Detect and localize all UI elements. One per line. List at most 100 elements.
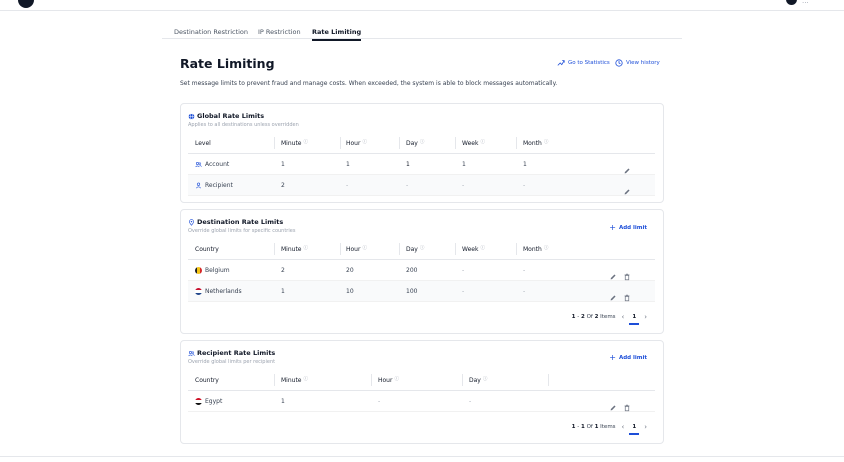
info-icon[interactable]: ⓘ bbox=[304, 139, 309, 145]
table-row: Recipient 2 - - - - bbox=[188, 175, 655, 196]
global-rate-limits-title: Global Rate Limits bbox=[188, 112, 264, 120]
info-icon[interactable]: ⓘ bbox=[362, 139, 367, 145]
plus-icon: + bbox=[609, 223, 616, 232]
table-row: Egypt 1 - - bbox=[188, 391, 655, 412]
minute-cell: 2 bbox=[281, 182, 285, 189]
table-header: Country Minute ⓘ Hour ⓘ Day ⓘ bbox=[188, 370, 655, 391]
table-row: Account 1 1 1 1 1 bbox=[188, 154, 655, 175]
user-icon bbox=[196, 182, 201, 189]
view-history-link[interactable]: View history bbox=[615, 59, 660, 67]
chevron-left-icon[interactable]: ‹ bbox=[622, 423, 625, 431]
country-cell: Egypt bbox=[195, 398, 222, 405]
chevron-right-icon[interactable]: › bbox=[644, 423, 647, 431]
go-to-statistics-link[interactable]: Go to Statistics bbox=[557, 59, 610, 67]
destination-rate-limits-title: Destination Rate Limits bbox=[188, 218, 283, 226]
logo[interactable] bbox=[18, 0, 34, 8]
column-header-country: Country bbox=[195, 246, 219, 253]
avatar[interactable] bbox=[786, 0, 797, 5]
destination-rate-limits-table: Country Minute ⓘ Hour ⓘ Day ⓘ Week ⓘ Month ⓘ … bbox=[188, 239, 655, 302]
add-recipient-limit-button[interactable]: + Add limit bbox=[609, 353, 647, 362]
column-header-minute: Minute ⓘ bbox=[281, 376, 309, 385]
chevron-left-icon[interactable]: ‹ bbox=[622, 313, 625, 321]
info-icon[interactable]: ⓘ bbox=[480, 245, 485, 251]
destination-rate-limits-card: Destination Rate Limits Override global … bbox=[180, 209, 664, 334]
page-button-1[interactable]: 1 bbox=[629, 314, 639, 325]
global-rate-limits-title-text: Global Rate Limits bbox=[197, 112, 265, 120]
trash-icon[interactable] bbox=[623, 287, 631, 302]
hour-cell: 20 bbox=[346, 267, 354, 274]
day-cell: 200 bbox=[406, 267, 418, 274]
country-cell: Netherlands bbox=[195, 288, 242, 295]
pagination-summary: 1 - 1 Of 1 Items bbox=[571, 424, 616, 430]
minute-cell: 1 bbox=[281, 288, 285, 295]
edit-icon[interactable] bbox=[609, 266, 617, 280]
belgium-flag-icon bbox=[195, 267, 202, 274]
edit-icon[interactable] bbox=[609, 397, 617, 411]
destination-pagination: 1 - 2 Of 2 Items ‹ 1 › bbox=[572, 313, 647, 325]
tab-rate-limiting[interactable]: Rate Limiting bbox=[312, 28, 362, 41]
tab-ip-restriction[interactable]: IP Restriction bbox=[258, 28, 301, 36]
recipient-rate-limits-title: Recipient Rate Limits bbox=[188, 349, 275, 357]
plus-icon: + bbox=[609, 353, 616, 362]
column-header-minute: Minute ⓘ bbox=[281, 139, 309, 148]
minute-cell: 1 bbox=[281, 161, 285, 168]
column-header-month: Month ⓘ bbox=[523, 139, 549, 148]
hour-cell: - bbox=[346, 182, 349, 189]
info-icon[interactable]: ⓘ bbox=[362, 245, 367, 251]
info-icon[interactable]: ⓘ bbox=[304, 376, 309, 382]
day-cell: 1 bbox=[406, 161, 410, 168]
trash-icon[interactable] bbox=[623, 397, 631, 412]
month-cell: - bbox=[523, 288, 526, 295]
globe-icon bbox=[188, 112, 195, 120]
info-icon[interactable]: ⓘ bbox=[544, 139, 549, 145]
day-cell: 100 bbox=[406, 288, 418, 295]
week-cell: 1 bbox=[462, 161, 466, 168]
destination-rate-limits-subtitle: Override global limits for specific coun… bbox=[188, 228, 296, 234]
page-description: Set message limits to prevent fraud and … bbox=[180, 80, 558, 87]
column-header-hour: Hour ⓘ bbox=[346, 245, 367, 254]
country-cell: Belgium bbox=[195, 267, 230, 274]
week-cell: - bbox=[462, 267, 465, 274]
recipient-rate-limits-subtitle: Override global limits per recipient bbox=[188, 359, 276, 365]
edit-icon[interactable] bbox=[623, 160, 631, 174]
minute-cell: 2 bbox=[281, 267, 285, 274]
info-icon[interactable]: ⓘ bbox=[394, 376, 399, 382]
minute-cell: 1 bbox=[281, 398, 285, 405]
trend-up-icon bbox=[557, 60, 565, 66]
column-header-day: Day ⓘ bbox=[406, 245, 425, 254]
tab-destination-restriction[interactable]: Destination Restriction bbox=[174, 28, 248, 36]
level-cell: Account bbox=[195, 161, 229, 168]
trash-icon[interactable] bbox=[623, 266, 631, 281]
column-header-month: Month ⓘ bbox=[523, 245, 549, 254]
column-header-hour: Hour ⓘ bbox=[346, 139, 367, 148]
column-header-country: Country bbox=[195, 377, 219, 384]
info-icon[interactable]: ⓘ bbox=[480, 139, 485, 145]
hour-cell: 1 bbox=[346, 161, 350, 168]
user-name[interactable]: ... bbox=[802, 0, 809, 5]
table-row: Belgium 2 20 200 - - bbox=[188, 260, 655, 281]
info-icon[interactable]: ⓘ bbox=[420, 139, 425, 145]
month-cell: 1 bbox=[523, 161, 527, 168]
edit-icon[interactable] bbox=[623, 181, 631, 195]
info-icon[interactable]: ⓘ bbox=[544, 245, 549, 251]
table-row: Netherlands 1 10 100 - - bbox=[188, 281, 655, 302]
week-cell: - bbox=[462, 288, 465, 295]
chevron-right-icon[interactable]: › bbox=[644, 313, 647, 321]
page-button-1[interactable]: 1 bbox=[629, 424, 639, 435]
table-header: Country Minute ⓘ Hour ⓘ Day ⓘ Week ⓘ Month ⓘ bbox=[188, 239, 655, 260]
info-icon[interactable]: ⓘ bbox=[304, 245, 309, 251]
column-header-week: Week ⓘ bbox=[462, 245, 485, 254]
top-bar: ... bbox=[0, 0, 844, 11]
global-rate-limits-subtitle: Applies to all destinations unless overr… bbox=[188, 122, 299, 128]
column-header-day: Day ⓘ bbox=[469, 376, 488, 385]
info-icon[interactable]: ⓘ bbox=[420, 245, 425, 251]
edit-icon[interactable] bbox=[609, 287, 617, 301]
column-header-week: Week ⓘ bbox=[462, 139, 485, 148]
info-icon[interactable]: ⓘ bbox=[483, 376, 488, 382]
day-cell: - bbox=[469, 398, 472, 405]
clock-icon bbox=[615, 59, 623, 67]
global-rate-limits-table: Level Minute ⓘ Hour ⓘ Day ⓘ Week ⓘ Month ⓘ Ac… bbox=[188, 133, 655, 196]
hour-cell: - bbox=[378, 398, 381, 405]
add-destination-limit-button[interactable]: + Add limit bbox=[609, 223, 647, 232]
tab-bar: Destination Restriction IP Restriction R… bbox=[162, 25, 682, 41]
